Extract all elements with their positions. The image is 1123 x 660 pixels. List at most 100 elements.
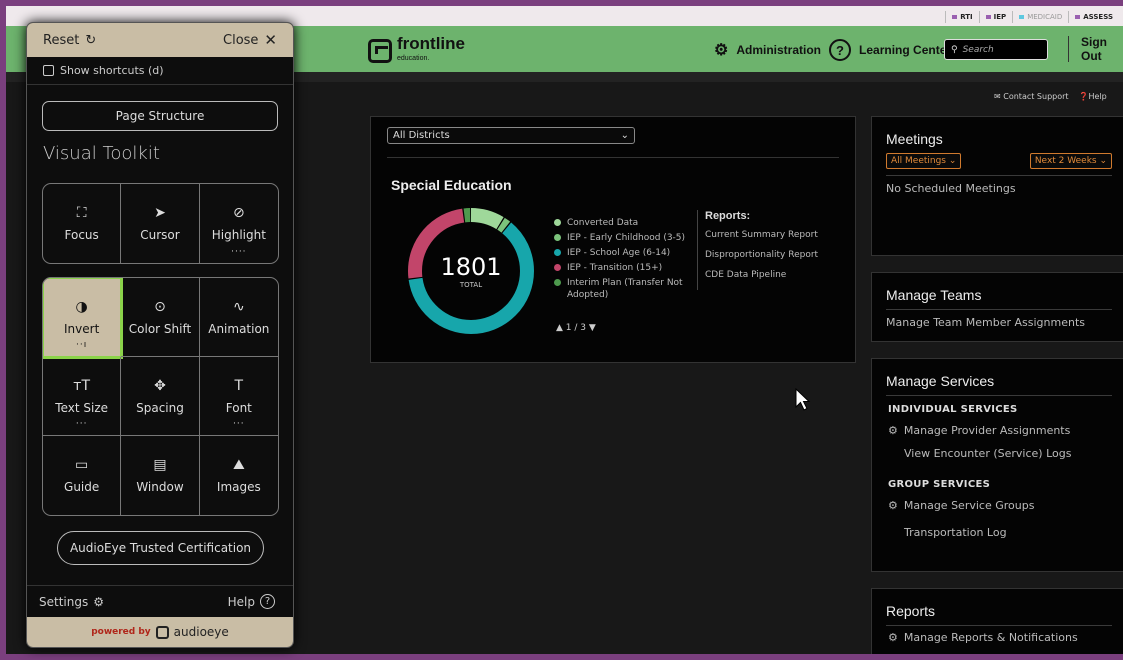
legend-item: Converted Data [554, 217, 694, 229]
page-structure-button[interactable]: Page Structure [42, 101, 278, 131]
district-select-value: All Districts [393, 130, 450, 141]
tool-label: Cursor [140, 228, 180, 242]
toolkit-footer: Settings ⚙ Help? [27, 585, 293, 617]
view-encounter-logs-link[interactable]: View Encounter (Service) Logs [872, 442, 1123, 465]
tool-spacing[interactable]: ✥ Spacing [121, 357, 200, 436]
tool-font[interactable]: T Font ··· [199, 357, 278, 436]
manage-service-groups-link[interactable]: ⚙ Manage Service Groups [872, 494, 1123, 517]
manage-team-assignments-link[interactable]: Manage Team Member Assignments [872, 310, 1123, 335]
contact-support-link[interactable]: ✉ Contact Support [994, 92, 1069, 101]
manage-provider-assignments-link[interactable]: ⚙ Manage Provider Assignments [872, 419, 1123, 442]
search-placeholder: Search [962, 44, 994, 55]
manage-service-groups-label: Manage Service Groups [903, 499, 1035, 512]
program-tab-swatch [952, 15, 958, 19]
help-link[interactable]: ❓Help [1079, 92, 1107, 101]
contact-support-label: Contact Support [1003, 92, 1069, 101]
support-links: ✉ Contact Support ❓Help [994, 92, 1107, 101]
tool-label: Window [136, 480, 184, 494]
toolkit-grid-primary: ⛶ Focus ➤ Cursor ⊘ Highlight ···· [42, 183, 279, 264]
tool-cursor[interactable]: ➤ Cursor [121, 184, 200, 263]
tool-text-size[interactable]: ᴛT Text Size ··· [43, 357, 122, 436]
reports-panel: Reports ⚙ Manage Reports & Notifications [871, 588, 1123, 654]
show-shortcuts-toggle[interactable]: Show shortcuts (d) [27, 57, 293, 85]
donut-chart: 1801 TOTAL [408, 208, 534, 334]
administration-link[interactable]: Administration [736, 43, 821, 57]
color-shift-icon: ⊙ [154, 298, 166, 315]
program-tab[interactable]: ASSESS [1068, 11, 1119, 23]
reset-icon: ↻ [85, 32, 97, 48]
mouse-cursor-icon [795, 388, 811, 411]
manage-reports-label: Manage Reports & Notifications [903, 631, 1078, 644]
group-services-heading: GROUP SERVICES [888, 479, 991, 490]
audioeye-certification-button[interactable]: AudioEye Trusted Certification [57, 531, 264, 565]
tool-animation[interactable]: ∿ Animation [199, 278, 278, 357]
legend-label: Interim Plan (Transfer Not Adopted) [567, 278, 683, 300]
manage-services-panel: Manage Services INDIVIDUAL SERVICES ⚙ Man… [871, 358, 1123, 572]
divider [387, 157, 839, 158]
meetings-range-select[interactable]: Next 2 Weeks ⌄ [1029, 153, 1112, 169]
tool-guide[interactable]: ▭ Guide [43, 436, 122, 515]
manage-reports-link[interactable]: ⚙ Manage Reports & Notifications [872, 626, 1123, 649]
special-education-panel: All Districts ⌄ Special Education 1801 T… [370, 116, 856, 363]
visual-toolkit-panel: Reset ↻ Close ✕ Show shortcuts (d) Page St… [26, 22, 294, 648]
tool-label: Color Shift [128, 321, 192, 336]
meetings-filter-value: All Meetings [891, 156, 946, 166]
legend-item: IEP - Early Childhood (3-5) [554, 232, 694, 244]
frontline-logo-icon [368, 39, 392, 63]
program-tab[interactable]: RTI [945, 11, 978, 23]
settings-label: Settings [39, 594, 89, 609]
sign-out-link[interactable]: Sign Out [1068, 35, 1123, 63]
report-link[interactable]: CDE Data Pipeline [705, 270, 818, 280]
help-label: Help [1088, 92, 1107, 101]
program-tab-swatch [1019, 15, 1025, 19]
toolkit-topbar: Reset ↻ Close ✕ [27, 23, 293, 57]
legend-label: IEP - School Age (6-14) [567, 248, 671, 258]
more-options-icon: ···· [231, 247, 247, 257]
guide-icon: ▭ [75, 457, 89, 473]
program-tab[interactable]: IEP [978, 11, 1013, 23]
legend-pager[interactable]: ▲ 1 / 3 ▼ [556, 323, 596, 333]
tool-highlight[interactable]: ⊘ Highlight ···· [200, 184, 278, 263]
tool-invert[interactable]: ◑ Invert ··ı [43, 278, 124, 359]
program-tab[interactable]: MEDICAID [1012, 11, 1068, 23]
help-button[interactable]: Help? [228, 594, 275, 609]
individual-services-heading: INDIVIDUAL SERVICES [888, 404, 1018, 415]
donut-total-label: TOTAL [459, 281, 482, 289]
question-circle-icon: ? [829, 39, 852, 61]
meetings-title: Meetings [886, 131, 943, 147]
meetings-empty: No Scheduled Meetings [886, 182, 1016, 195]
legend-label: Converted Data [567, 218, 639, 228]
tool-images[interactable]: ⛰ Images [200, 436, 278, 515]
program-tab-swatch [1075, 15, 1081, 19]
frontline-logo[interactable]: frontline education. [368, 35, 465, 66]
chart-legend: Converted Data IEP - Early Childhood (3-5… [554, 217, 694, 304]
audioeye-brand: audioeye [173, 625, 229, 639]
meetings-range-value: Next 2 Weeks [1034, 156, 1097, 166]
invert-icon: ◑ [75, 298, 88, 315]
report-link[interactable]: Current Summary Report [705, 230, 818, 240]
reset-button[interactable]: Reset ↻ [43, 33, 96, 48]
report-link[interactable]: Disproportionality Report [705, 250, 818, 260]
close-button[interactable]: Close ✕ [223, 31, 277, 49]
help-label: Help [227, 594, 255, 609]
text-size-icon: ᴛT [73, 377, 91, 394]
more-options-icon: ··ı [76, 340, 88, 350]
cursor-icon: ➤ [154, 205, 166, 221]
tool-label: Focus [64, 228, 99, 242]
pager-text: 1 / 3 [565, 323, 587, 333]
learning-center-link[interactable]: Learning Center [859, 43, 951, 57]
meetings-filter-select[interactable]: All Meetings ⌄ [886, 153, 962, 169]
tool-focus[interactable]: ⛶ Focus [43, 184, 122, 263]
window-icon: ▤ [153, 457, 167, 473]
settings-button[interactable]: Settings ⚙ [39, 595, 104, 609]
transportation-log-link[interactable]: Transportation Log [872, 517, 1123, 544]
legend-label: IEP - Early Childhood (3-5) [567, 233, 686, 243]
district-select[interactable]: All Districts ⌄ [387, 127, 635, 144]
tool-color-shift[interactable]: ⊙ Color Shift [121, 278, 200, 357]
search-input[interactable]: ⚲ Search [944, 39, 1048, 60]
spacing-icon: ✥ [154, 377, 166, 394]
tool-label: Spacing [136, 400, 184, 415]
tool-window[interactable]: ▤ Window [121, 436, 200, 515]
program-tab-label: IEP [993, 13, 1007, 21]
close-icon: ✕ [264, 31, 277, 49]
